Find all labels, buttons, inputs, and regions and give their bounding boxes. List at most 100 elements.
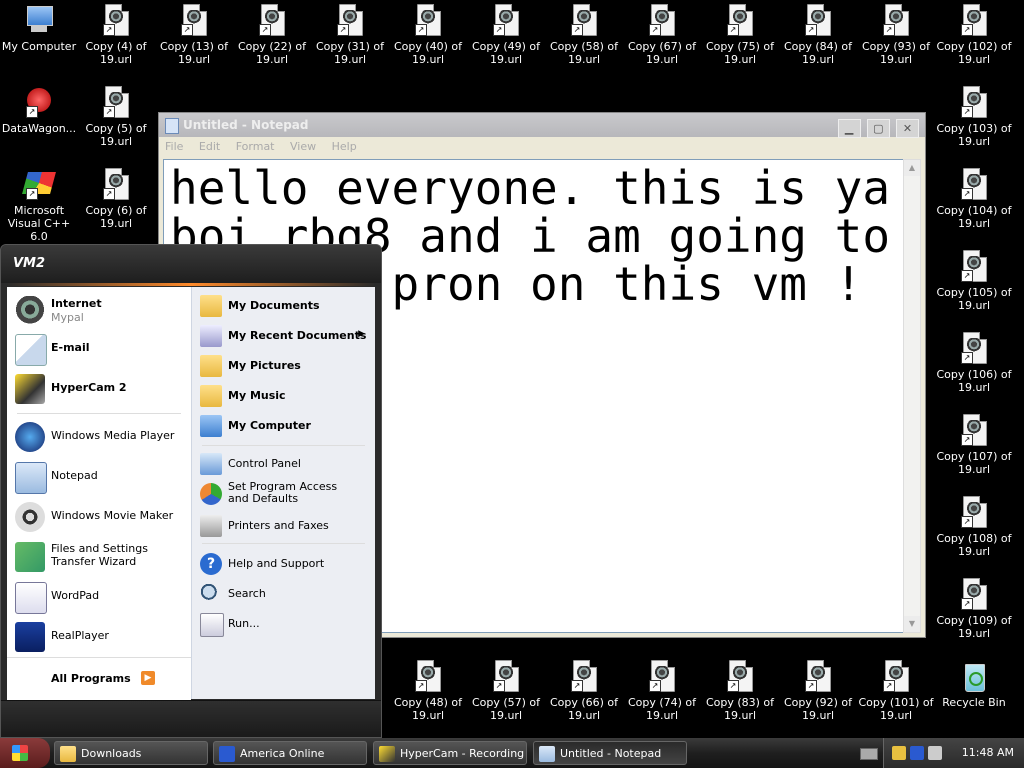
desktop-icon-url-shortcut[interactable]: ↗ Copy (67) of 19.url [623, 2, 701, 80]
scroll-down-icon[interactable]: ▼ [904, 616, 920, 632]
start-item-my-music[interactable]: My Music [198, 383, 371, 409]
desktop-icon-url-shortcut[interactable]: ↗ Copy (109) of 19.url [935, 576, 1013, 654]
url-shortcut-icon: ↗ [958, 86, 990, 118]
start-item-email[interactable]: E-mail [11, 331, 187, 367]
taskbar-item-notepad[interactable]: Untitled - Notepad [533, 741, 687, 765]
start-item-printers-faxes[interactable]: Printers and Faxes [198, 513, 371, 539]
start-button[interactable] [0, 738, 50, 768]
start-item-help-support[interactable]: ? Help and Support [198, 551, 371, 577]
desktop-icon-url-shortcut[interactable]: ↗ Copy (92) of 19.url [779, 658, 857, 736]
notepad-titlebar[interactable]: Untitled - Notepad ▁ ▢ ✕ [159, 113, 925, 138]
my-computer-icon [23, 4, 55, 36]
desktop-icon-label: Copy (49) of 19.url [471, 40, 541, 66]
desktop-icon-recycle-bin[interactable]: Recycle Bin [935, 658, 1013, 736]
desktop-icon-url-shortcut[interactable]: ↗ Copy (83) of 19.url [701, 658, 779, 736]
start-item-internet[interactable]: Internet Mypal [11, 293, 187, 329]
desktop-icon-url-shortcut[interactable]: ↗ Copy (104) of 19.url [935, 166, 1013, 244]
desktop-icon-url-shortcut[interactable]: ↗ Copy (105) of 19.url [935, 248, 1013, 326]
taskbar-item-hypercam[interactable]: HyperCam - Recording [373, 741, 527, 765]
taskbar-item-aol[interactable]: America Online [213, 741, 367, 765]
desktop-icon-url-shortcut[interactable]: ↗ Copy (84) of 19.url [779, 2, 857, 80]
menu-help[interactable]: Help [332, 140, 357, 153]
desktop-icon-url-shortcut[interactable]: ↗ Copy (108) of 19.url [935, 494, 1013, 572]
desktop-icon-url-shortcut[interactable]: ↗ Copy (31) of 19.url [311, 2, 389, 80]
desktop-icon-url-shortcut[interactable]: ↗ Copy (74) of 19.url [623, 658, 701, 736]
start-item-windows-media-player[interactable]: Windows Media Player [11, 419, 187, 455]
network-icon[interactable] [892, 746, 906, 760]
all-programs-button[interactable]: All Programs ▶ [7, 657, 191, 700]
menu-view[interactable]: View [290, 140, 316, 153]
desktop-icon-label: Copy (5) of 19.url [85, 122, 147, 148]
taskbar-item-downloads[interactable]: Downloads [54, 741, 208, 765]
aol-tray-icon[interactable] [910, 746, 924, 760]
close-button[interactable]: ✕ [896, 119, 919, 138]
vertical-scrollbar[interactable]: ▲ ▼ [903, 159, 921, 633]
desktop-icon-url-shortcut[interactable]: ↗ Copy (106) of 19.url [935, 330, 1013, 408]
item-label: Help and Support [228, 557, 325, 570]
clock[interactable]: 11:48 AM [962, 746, 1014, 759]
item-label: My Documents [228, 299, 320, 312]
menu-edit[interactable]: Edit [199, 140, 220, 153]
menu-format[interactable]: Format [236, 140, 275, 153]
start-item-hypercam[interactable]: HyperCam 2 [11, 371, 187, 407]
maximize-button[interactable]: ▢ [866, 119, 890, 138]
desktop-icon-url-shortcut[interactable]: ↗ Copy (22) of 19.url [233, 2, 311, 80]
desktop-icon-url-shortcut[interactable]: ↗ Copy (48) of 19.url [389, 658, 467, 736]
aol-icon [219, 746, 235, 762]
item-label: My Pictures [228, 359, 301, 372]
start-item-program-access[interactable]: Set Program Access and Defaults [198, 481, 371, 507]
desktop-icon-url-shortcut[interactable]: ↗ Copy (4) of 19.url [77, 2, 155, 80]
start-item-run[interactable]: Run... [198, 611, 371, 637]
desktop-icon-url-shortcut[interactable]: ↗ Copy (40) of 19.url [389, 2, 467, 80]
desktop-icon-url-shortcut[interactable]: ↗ Copy (93) of 19.url [857, 2, 935, 80]
minimize-button[interactable]: ▁ [837, 119, 861, 138]
desktop-icon-url-shortcut[interactable]: ↗ Copy (58) of 19.url [545, 2, 623, 80]
start-item-files-settings-wizard[interactable]: Files and Settings Transfer Wizard [11, 539, 187, 575]
desktop-icon-label: Copy (4) of 19.url [85, 40, 147, 66]
url-shortcut-icon: ↗ [880, 4, 912, 36]
desktop-icon-url-shortcut[interactable]: ↗ Copy (101) of 19.url [857, 658, 935, 736]
desktop-icon-url-shortcut[interactable]: ↗ Copy (5) of 19.url [77, 84, 155, 162]
start-item-my-pictures[interactable]: My Pictures [198, 353, 371, 379]
system-tray: 11:48 AM [883, 738, 1024, 768]
url-shortcut-icon: ↗ [958, 496, 990, 528]
url-shortcut-icon: ↗ [568, 660, 600, 692]
desktop-icon-url-shortcut[interactable]: ↗ Copy (13) of 19.url [155, 2, 233, 80]
url-shortcut-icon: ↗ [724, 660, 756, 692]
task-label: HyperCam - Recording [400, 747, 525, 760]
url-shortcut-icon: ↗ [256, 4, 288, 36]
url-shortcut-icon: ↗ [880, 660, 912, 692]
item-label: Control Panel [228, 457, 301, 470]
desktop-icon-url-shortcut[interactable]: ↗ Copy (102) of 19.url [935, 2, 1013, 80]
menu-file[interactable]: File [165, 140, 183, 153]
desktop-icon-url-shortcut[interactable]: ↗ Copy (75) of 19.url [701, 2, 779, 80]
desktop-icon-url-shortcut[interactable]: ↗ Copy (107) of 19.url [935, 412, 1013, 490]
volume-icon[interactable] [928, 746, 942, 760]
desktop-icon-url-shortcut[interactable]: ↗ Copy (57) of 19.url [467, 658, 545, 736]
start-item-my-recent-documents[interactable]: My Recent Documents ▶ [198, 323, 371, 349]
desktop-icon-visual-cpp[interactable]: ↗ Microsoft Visual C++ 6.0 [0, 166, 78, 244]
visual-cpp-icon: ↗ [22, 168, 56, 200]
recycle-bin-icon [958, 660, 990, 692]
start-item-my-computer[interactable]: My Computer [198, 413, 371, 439]
keyboard-icon[interactable] [860, 748, 878, 760]
desktop-icon-url-shortcut[interactable]: ↗ Copy (49) of 19.url [467, 2, 545, 80]
desktop-icon-url-shortcut[interactable]: ↗ Copy (6) of 19.url [77, 166, 155, 244]
item-label: My Computer [228, 419, 311, 432]
start-item-control-panel[interactable]: Control Panel [198, 451, 371, 477]
scroll-up-icon[interactable]: ▲ [904, 160, 920, 176]
desktop-icon-url-shortcut[interactable]: ↗ Copy (66) of 19.url [545, 658, 623, 736]
user-name: VM2 [13, 256, 46, 271]
start-item-realplayer[interactable]: RealPlayer [11, 619, 187, 655]
start-item-my-documents[interactable]: My Documents [198, 293, 371, 319]
recent-documents-icon [200, 325, 222, 347]
item-label: Printers and Faxes [228, 519, 329, 532]
desktop-icon-label: Copy (84) of 19.url [783, 40, 853, 66]
desktop-icon-datawagon[interactable]: ↗ DataWagon... [0, 84, 78, 162]
desktop-icon-url-shortcut[interactable]: ↗ Copy (103) of 19.url [935, 84, 1013, 162]
start-item-search[interactable]: Search [198, 581, 371, 607]
start-item-wordpad[interactable]: WordPad [11, 579, 187, 615]
start-item-movie-maker[interactable]: Windows Movie Maker [11, 499, 187, 535]
start-item-notepad[interactable]: Notepad [11, 459, 187, 495]
desktop-icon-my-computer[interactable]: My Computer [0, 2, 78, 80]
